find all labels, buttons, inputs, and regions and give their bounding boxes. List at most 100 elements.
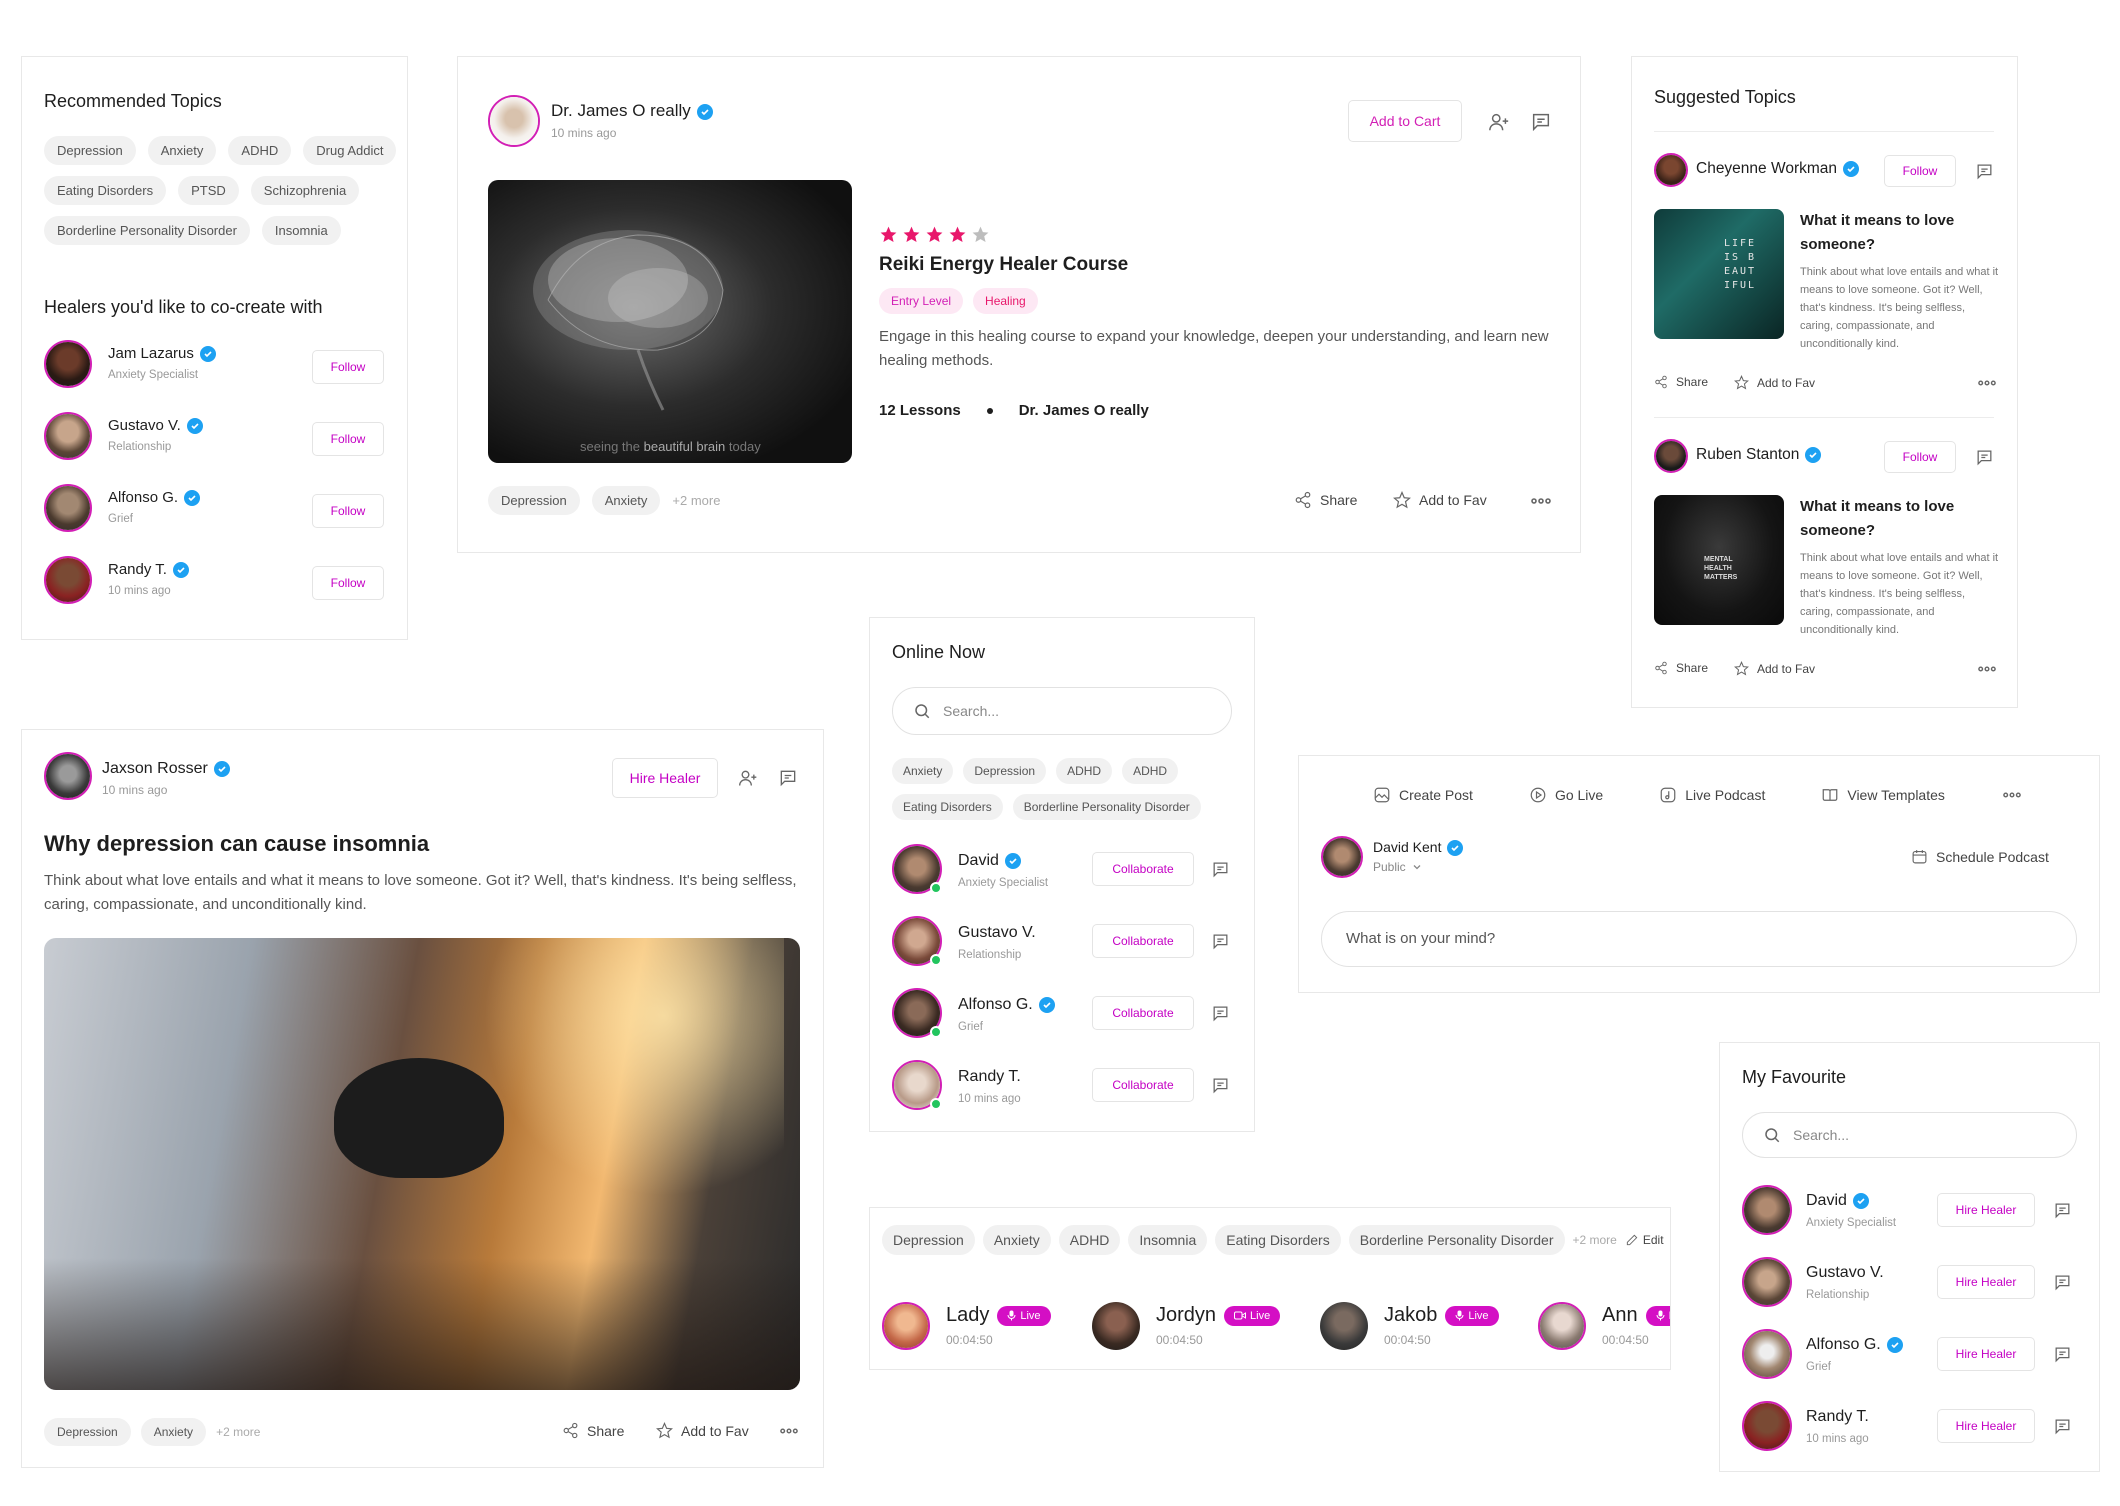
topic-chip[interactable]: Depression <box>963 758 1047 784</box>
topic-chip[interactable]: Depression <box>44 136 136 165</box>
more-options-icon[interactable] <box>1976 661 1998 677</box>
person-name[interactable]: Randy T. <box>1806 1408 1869 1426</box>
message-icon[interactable] <box>1208 929 1232 953</box>
topic-chip[interactable]: ADHD <box>1058 1225 1121 1255</box>
post-image[interactable]: LIFE IS BEAUTIFUL <box>1654 209 1784 339</box>
topic-chip[interactable]: Anxiety <box>140 1418 207 1446</box>
share-button[interactable]: Share <box>1654 661 1708 675</box>
follow-button[interactable]: Follow <box>312 494 384 528</box>
live-stream-item[interactable]: Lady Live 00:04:50 <box>882 1300 1092 1356</box>
person-name[interactable]: David <box>1806 1192 1869 1210</box>
message-icon[interactable] <box>1972 445 1996 469</box>
visibility-select[interactable]: Public <box>1373 860 1422 874</box>
go-live-tab[interactable]: Go Live <box>1529 786 1603 804</box>
hire-healer-button[interactable]: Hire Healer <box>612 758 718 798</box>
composer-input[interactable]: What is on your mind? <box>1321 911 2077 967</box>
schedule-podcast-button[interactable]: Schedule Podcast <box>1911 848 2049 865</box>
message-icon[interactable] <box>1526 107 1556 137</box>
share-button[interactable]: Share <box>562 1422 624 1439</box>
topic-chip[interactable]: Borderline Personality Disorder <box>1348 1225 1565 1255</box>
follow-button[interactable]: Follow <box>312 566 384 600</box>
post-headline[interactable]: What it means to love someone? <box>1800 209 1980 257</box>
person-name[interactable]: Randy T. <box>958 1068 1021 1086</box>
message-icon[interactable] <box>1972 159 1996 183</box>
author-name[interactable]: Ruben Stanton <box>1696 446 1822 464</box>
collaborate-button[interactable]: Collaborate <box>1092 996 1194 1030</box>
topic-chip[interactable]: Anxiety <box>591 486 661 515</box>
share-button[interactable]: Share <box>1294 491 1357 509</box>
message-icon[interactable] <box>2050 1198 2074 1222</box>
more-options-icon[interactable] <box>1976 375 1998 391</box>
live-stream-item[interactable]: AnnLive 00:04:50 <box>1538 1300 1670 1356</box>
more-topics-link[interactable]: +2 more <box>1573 1233 1617 1247</box>
topic-chip[interactable]: Insomnia <box>1128 1225 1208 1255</box>
add-user-icon[interactable] <box>734 764 762 792</box>
collaborate-button[interactable]: Collaborate <box>1092 924 1194 958</box>
topic-chip[interactable]: Insomnia <box>261 216 341 245</box>
add-to-fav-button[interactable]: Add to Fav <box>1734 661 1815 676</box>
topic-chip[interactable]: Eating Disorders <box>44 176 167 205</box>
message-icon[interactable] <box>2050 1342 2074 1366</box>
topic-chip[interactable]: Anxiety <box>147 136 217 165</box>
add-to-fav-button[interactable]: Add to Fav <box>1734 375 1815 390</box>
create-post-tab[interactable]: Create Post <box>1373 786 1473 804</box>
topic-chip[interactable]: PTSD <box>178 176 239 205</box>
course-image[interactable]: seeing the beautiful brain today <box>488 180 852 463</box>
hire-healer-button[interactable]: Hire Healer <box>1937 1193 2035 1227</box>
share-button[interactable]: Share <box>1654 375 1708 389</box>
search-input[interactable]: Search... <box>892 687 1232 735</box>
live-podcast-tab[interactable]: Live Podcast <box>1659 786 1765 804</box>
live-stream-item[interactable]: Jakob Live 00:04:50 <box>1320 1300 1540 1356</box>
person-name[interactable]: Alfonso G. <box>1806 1336 1903 1354</box>
topic-chip[interactable]: ADHD <box>1122 758 1179 784</box>
message-icon[interactable] <box>2050 1414 2074 1438</box>
course-title[interactable]: Reiki Energy Healer Course <box>879 254 1128 276</box>
message-icon[interactable] <box>2050 1270 2074 1294</box>
search-input[interactable]: Search... <box>1742 1112 2077 1158</box>
person-name[interactable]: Gustavo V. <box>958 924 1036 942</box>
article-title[interactable]: Why depression can cause insomnia <box>44 831 429 857</box>
topic-chip[interactable]: ADHD <box>1056 758 1113 784</box>
hire-healer-button[interactable]: Hire Healer <box>1937 1265 2035 1299</box>
author-name[interactable]: Jaxson Rosser <box>102 760 230 778</box>
topic-chip[interactable]: Depression <box>44 1418 131 1446</box>
hire-healer-button[interactable]: Hire Healer <box>1937 1409 2035 1443</box>
follow-button[interactable]: Follow <box>312 422 384 456</box>
topic-chip[interactable]: ADHD <box>228 136 292 165</box>
message-icon[interactable] <box>1208 1001 1232 1025</box>
add-user-icon[interactable] <box>1484 107 1514 137</box>
topic-chip[interactable]: Drug Addict <box>303 136 397 165</box>
more-topics-link[interactable]: +2 more <box>216 1425 260 1439</box>
topic-chip[interactable]: Eating Disorders <box>892 794 1003 820</box>
follow-button[interactable]: Follow <box>312 350 384 384</box>
author-name[interactable]: Cheyenne Workman <box>1696 160 1860 178</box>
more-options-icon[interactable] <box>1528 489 1554 513</box>
post-image[interactable]: MENTAL HEALTH MATTERS <box>1654 495 1784 625</box>
article-image[interactable] <box>44 938 800 1390</box>
more-topics-link[interactable]: +2 more <box>672 493 720 508</box>
edit-button[interactable]: Edit <box>1625 1233 1664 1247</box>
add-to-fav-button[interactable]: Add to Fav <box>1393 491 1487 509</box>
more-options-icon[interactable] <box>2001 786 2023 804</box>
topic-chip[interactable]: Borderline Personality Disorder <box>44 216 250 245</box>
author-name[interactable]: Dr. James O really <box>551 101 713 121</box>
topic-chip[interactable]: Borderline Personality Disorder <box>1012 794 1201 820</box>
add-to-cart-button[interactable]: Add to Cart <box>1348 100 1462 142</box>
follow-button[interactable]: Follow <box>1884 155 1956 187</box>
more-options-icon[interactable] <box>778 1422 800 1440</box>
topic-chip[interactable]: Anxiety <box>892 758 954 784</box>
follow-button[interactable]: Follow <box>1884 441 1956 473</box>
view-templates-tab[interactable]: View Templates <box>1821 786 1945 804</box>
message-icon[interactable] <box>1208 857 1232 881</box>
message-icon[interactable] <box>1208 1073 1232 1097</box>
topic-chip[interactable]: Depression <box>488 486 580 515</box>
topic-chip[interactable]: Schizophrenia <box>250 176 360 205</box>
collaborate-button[interactable]: Collaborate <box>1092 1068 1194 1102</box>
hire-healer-button[interactable]: Hire Healer <box>1937 1337 2035 1371</box>
topic-chip[interactable]: Depression <box>882 1225 975 1255</box>
post-headline[interactable]: What it means to love someone? <box>1800 495 1980 543</box>
collaborate-button[interactable]: Collaborate <box>1092 852 1194 886</box>
live-stream-item[interactable]: Jordyn Live 00:04:50 <box>1092 1300 1312 1356</box>
person-name[interactable]: Gustavo V. <box>1806 1264 1884 1282</box>
message-icon[interactable] <box>774 764 802 792</box>
